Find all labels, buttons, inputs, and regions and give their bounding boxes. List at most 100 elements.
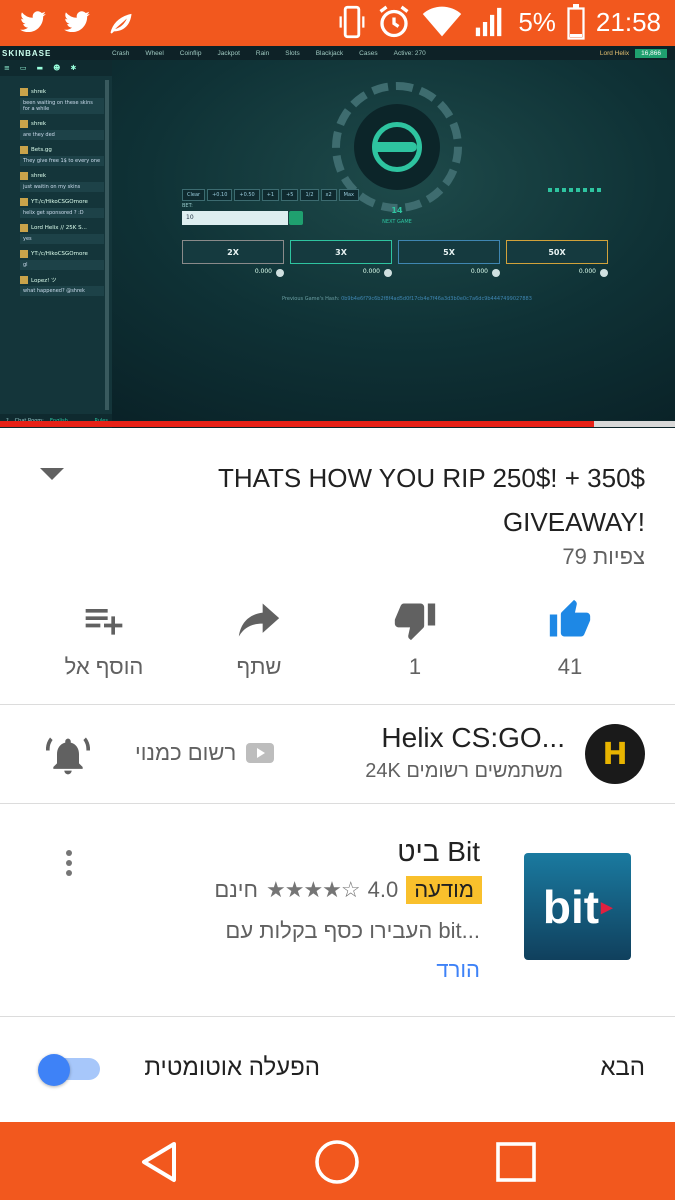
multiplier-5x: 5X	[398, 240, 500, 264]
user-avatar-icon	[20, 223, 28, 232]
home-icon[interactable]	[313, 1138, 361, 1186]
bet-input: 10	[182, 211, 288, 225]
nav-rain: Rain	[255, 49, 270, 57]
expand-description-icon[interactable]	[40, 468, 64, 480]
chat-username: shrek	[31, 88, 47, 95]
battery-icon	[567, 4, 585, 40]
chat-text: are they ded	[20, 130, 104, 140]
active-count: Active: 270	[393, 49, 426, 57]
chat-text: what happened? @shrek	[20, 286, 104, 296]
ad-rating: 4.0	[367, 877, 399, 902]
bet-confirm-icon	[289, 211, 303, 225]
leaf-icon	[110, 13, 132, 34]
twitter-icon	[20, 11, 46, 33]
share-icon	[238, 603, 280, 637]
autoplay-toggle[interactable]	[38, 1054, 102, 1086]
alarm-icon	[379, 5, 409, 38]
notification-bell-button[interactable]	[45, 734, 91, 782]
battery-percent: 5%	[518, 6, 556, 37]
channel-avatar[interactable]: H	[585, 724, 645, 784]
divider	[0, 1016, 675, 1017]
share-button[interactable]: שתף	[199, 596, 319, 680]
nav-jackpot: Jackpot	[217, 49, 240, 57]
ad-meta: חינם ★★★★☆ 4.0 מודעה	[100, 876, 482, 904]
chat-username: Lopez! ツ	[31, 277, 57, 284]
up-next-label: הבא	[600, 1054, 645, 1081]
site-navbar: SKINBASE Crash Wheel Coinflip Jackpot Ra…	[0, 46, 675, 60]
bet-button: Max	[338, 189, 360, 201]
add-to-button[interactable]: הוסף אל	[44, 596, 164, 680]
thumbs-up-icon	[549, 599, 591, 637]
bet-button: x2	[320, 189, 337, 201]
history-dots	[548, 188, 601, 192]
nav-coinflip: Coinflip	[179, 49, 202, 57]
knife-logo-icon	[372, 122, 422, 172]
view-count: 79 צפיות	[562, 544, 645, 569]
ad-app-icon[interactable]: bit ▸	[524, 853, 631, 960]
chat-username: shrek	[31, 120, 47, 127]
ad-install-link[interactable]: הורד	[300, 957, 480, 983]
ad-price: חינם	[214, 877, 258, 902]
chat-text: helix get sponsored ? :D	[20, 208, 104, 218]
chat-icon: ▭	[19, 64, 27, 72]
signal-icon	[476, 7, 502, 37]
site-logo: SKINBASE	[2, 48, 52, 58]
bet-button: Clear	[182, 189, 206, 201]
chat-username: Bets.gg	[31, 146, 52, 153]
chat-messages: shrek been waiting on these skins for a w…	[20, 86, 104, 300]
bet-button: +1	[261, 189, 280, 201]
bet-buttons: Clear +0.10 +0.50 +1 +5 1/2 x2 Max	[182, 189, 360, 201]
nav-wheel: Wheel	[145, 49, 164, 57]
chat-text: been waiting on these skins for a while	[20, 98, 104, 114]
vibrate-icon	[339, 5, 365, 39]
wheel-label: NEXT GAME	[382, 219, 412, 225]
chat-username: Lord Helix // 25K S...	[31, 224, 87, 231]
chat-tabs: ≡ ▭ ▬ ☻ ✱	[0, 60, 112, 76]
bet-button: +0.50	[234, 189, 260, 201]
chat-scrollbar	[105, 80, 109, 410]
recents-icon[interactable]	[492, 1138, 540, 1186]
video-player[interactable]: SKINBASE Crash Wheel Coinflip Jackpot Ra…	[0, 46, 675, 428]
bet-label: BET:	[182, 203, 193, 209]
more-options-icon[interactable]	[66, 850, 74, 880]
user-avatar-icon	[20, 275, 28, 284]
chat-message: shrek just waitin on my skins	[20, 170, 104, 192]
add-to-label: הוסף אל	[64, 654, 144, 679]
previous-hash: Previous Game's Hash: 0b9b4e6f79c6b2f8f4…	[282, 296, 532, 302]
chat-message: Lord Helix // 25K S... yes	[20, 222, 104, 244]
settings-icon: ✱	[70, 64, 77, 72]
android-nav-bar	[0, 1122, 675, 1200]
chat-message: shrek been waiting on these skins for a w…	[20, 86, 104, 114]
nav-slots: Slots	[285, 49, 300, 57]
share-label: שתף	[236, 654, 282, 679]
wifi-icon	[423, 6, 462, 37]
user-avatar-icon	[20, 119, 28, 128]
rating-stars: ★★★★☆	[266, 877, 361, 902]
multiplier-value: 0.000	[506, 268, 608, 278]
channel-name[interactable]: Helix CS:GO...	[280, 722, 565, 754]
chat-text: yes	[20, 234, 104, 244]
card-icon: ▬	[36, 64, 44, 72]
multiplier-50x: 50X	[506, 240, 608, 264]
chat-text: gl	[20, 260, 104, 270]
multiplier-2x: 2X	[182, 240, 284, 264]
user-avatar-icon	[20, 145, 28, 154]
user-avatar-icon	[20, 249, 28, 258]
bet-button: 1/2	[300, 189, 319, 201]
user-avatar-icon	[20, 87, 28, 96]
multiplier-value: 0.000	[290, 268, 392, 278]
wheel-countdown: 14	[391, 206, 403, 215]
bet-button: +5	[281, 189, 299, 201]
video-progress-bar[interactable]	[0, 421, 675, 427]
video-title: THATS HOW YOU RIP 250$! + 350$ GIVEAWAY!	[217, 463, 645, 537]
dislike-button[interactable]: 1	[355, 596, 475, 680]
ad-title[interactable]: ביט Bit	[280, 836, 480, 868]
like-button[interactable]: 41	[510, 596, 630, 680]
back-icon[interactable]	[136, 1138, 184, 1186]
subscribe-button[interactable]: רשום כמנוי	[135, 740, 275, 766]
multiplier-3x: 3X	[290, 240, 392, 264]
chat-username: shrek	[31, 172, 47, 179]
youtube-icon	[246, 743, 275, 763]
chat-text: They give free 1$ to every one	[20, 156, 104, 166]
thumbs-down-icon	[394, 603, 436, 641]
